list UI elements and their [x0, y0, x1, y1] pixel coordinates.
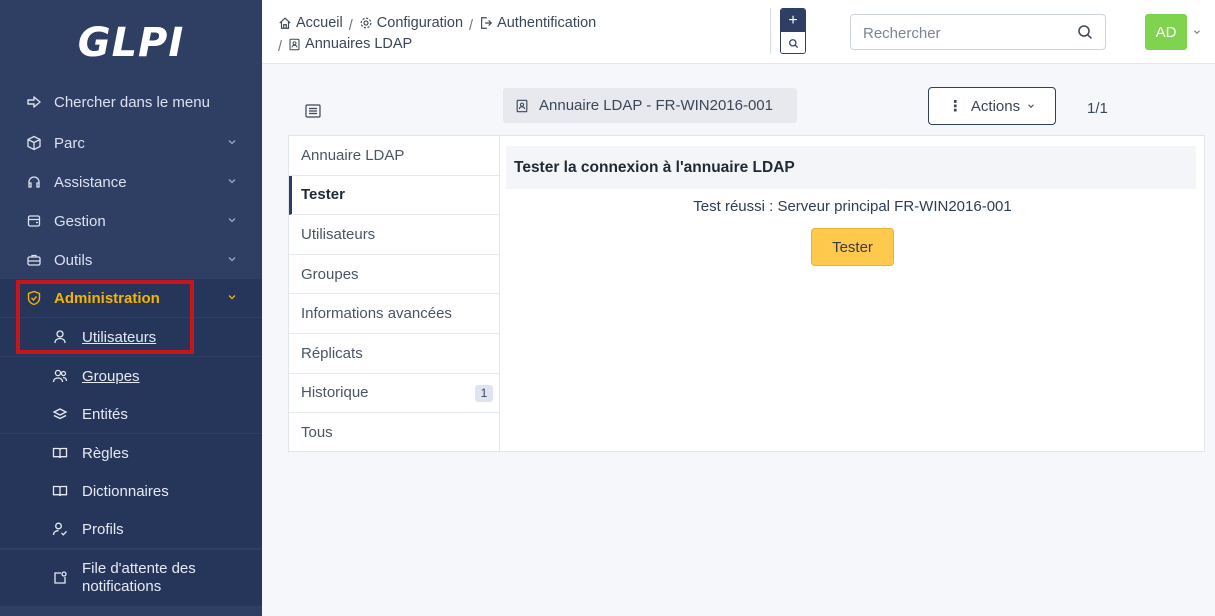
item-title: Annuaire LDAP - FR-WIN2016-001 [503, 88, 797, 123]
user-icon [52, 329, 68, 345]
notification-icon [52, 570, 68, 586]
box-icon [26, 135, 42, 151]
sidebar-item-gestion[interactable]: Gestion [0, 202, 262, 240]
sidebar-item-label: Outils [54, 251, 93, 269]
sidebar-subitem-notifications-queue[interactable]: File d'attente des notifications [0, 550, 262, 606]
tab-tester[interactable]: Tester [289, 175, 499, 216]
tabs-panel: Annuaire LDAP Tester Utilisateurs Groupe… [288, 135, 500, 452]
shield-icon [26, 290, 42, 306]
book-icon [52, 445, 68, 461]
sidebar: GLPI Chercher dans le menu Parc Assistan… [0, 0, 262, 616]
users-icon [52, 368, 68, 384]
home-icon [279, 17, 291, 29]
tab-replicats[interactable]: Réplicats [289, 334, 499, 374]
breadcrumb-annuaires-ldap[interactable]: Annuaires LDAP [288, 35, 412, 53]
sidebar-subitem-groupes[interactable]: Groupes [0, 357, 262, 395]
sidebar-item-administration[interactable]: Administration [0, 279, 262, 317]
login-icon [481, 17, 493, 29]
search-icon[interactable] [1077, 24, 1093, 40]
tab-groupes[interactable]: Groupes [289, 255, 499, 295]
tab-informations-avancees[interactable]: Informations avancées [289, 294, 499, 334]
chevron-down-icon [1026, 101, 1036, 111]
tab-tous[interactable]: Tous [289, 413, 499, 453]
sidebar-subitem-regles[interactable]: Règles [0, 434, 262, 472]
address-book-icon [289, 38, 300, 50]
wallet-icon [26, 213, 42, 229]
sidebar-item-assistance[interactable]: Assistance [0, 163, 262, 201]
glpi-logo[interactable]: GLPI [0, 0, 262, 86]
breadcrumb-home[interactable]: Accueil [278, 14, 343, 32]
header-divider [770, 8, 771, 54]
sidebar-subitem-label: Dictionnaires [82, 482, 169, 500]
item-title-text: Annuaire LDAP - FR-WIN2016-001 [539, 97, 773, 114]
plus-icon[interactable]: + [781, 9, 805, 32]
address-book-icon [515, 99, 529, 113]
search-small-icon[interactable] [781, 32, 805, 53]
actions-button[interactable]: ⋮ Actions [928, 87, 1056, 125]
list-view-icon[interactable] [305, 104, 321, 118]
sidebar-subitem-dictionnaires[interactable]: Dictionnaires [0, 472, 262, 510]
stack-icon [52, 406, 68, 422]
sidebar-subitem-label: Règles [82, 444, 129, 462]
chevron-down-icon[interactable] [1192, 27, 1202, 37]
sidebar-item-label: Assistance [54, 173, 127, 191]
section-title: Tester la connexion à l'annuaire LDAP [506, 146, 1196, 189]
top-header: Accueil / Configuration / Authentificati… [262, 0, 1215, 64]
sidebar-subitem-label: Utilisateurs [82, 328, 157, 346]
search-input[interactable] [863, 23, 1063, 43]
test-result-text: Test réussi : Serveur principal FR-WIN20… [693, 198, 1012, 215]
chevron-down-icon [228, 218, 236, 223]
tester-button[interactable]: Tester [811, 228, 894, 266]
arrow-right-icon [26, 94, 42, 110]
sidebar-item-parc[interactable]: Parc [0, 124, 262, 162]
chevron-down-icon [228, 257, 236, 262]
menu-search-label: Chercher dans le menu [54, 93, 210, 111]
sidebar-item-label: Parc [54, 134, 85, 152]
chevron-down-icon [228, 295, 236, 300]
book-icon [52, 483, 68, 499]
chevron-down-icon [228, 179, 236, 184]
sidebar-subitem-label: Groupes [82, 367, 140, 385]
headset-icon [26, 174, 42, 190]
tab-content: Tester la connexion à l'annuaire LDAP Te… [500, 135, 1205, 452]
tab-annuaire-ldap[interactable]: Annuaire LDAP [289, 136, 499, 176]
sidebar-subitem-label: Profils [82, 520, 124, 538]
tab-historique[interactable]: Historique 1 [289, 374, 499, 414]
gear-icon [360, 17, 372, 29]
global-search[interactable] [850, 14, 1106, 50]
sidebar-item-label: Gestion [54, 212, 106, 230]
breadcrumb-configuration[interactable]: Configuration [359, 14, 463, 32]
sidebar-subitem-label: Entités [82, 405, 128, 423]
breadcrumb: Accueil / Configuration / Authentificati… [278, 14, 597, 55]
add-search-button[interactable]: + [780, 8, 806, 54]
sidebar-item-label: Administration [54, 289, 160, 307]
briefcase-icon [26, 252, 42, 268]
breadcrumb-authentification[interactable]: Authentification [479, 14, 596, 32]
chevron-down-icon [228, 140, 236, 145]
avatar[interactable]: AD [1145, 14, 1187, 50]
sidebar-subitem-entites[interactable]: Entités [0, 395, 262, 433]
tab-utilisateurs[interactable]: Utilisateurs [289, 215, 499, 255]
sidebar-subitem-utilisateurs[interactable]: Utilisateurs [0, 318, 262, 356]
sidebar-item-outils[interactable]: Outils [0, 241, 262, 279]
sidebar-subitem-label: File d'attente des notifications [82, 560, 196, 595]
more-vertical-icon: ⋮ [947, 98, 963, 115]
user-check-icon [52, 521, 68, 537]
sidebar-subitem-profils[interactable]: Profils [0, 510, 262, 548]
count-badge: 1 [475, 384, 493, 402]
menu-search-item[interactable]: Chercher dans le menu [0, 83, 262, 121]
pager: 1/1 [1087, 100, 1108, 117]
